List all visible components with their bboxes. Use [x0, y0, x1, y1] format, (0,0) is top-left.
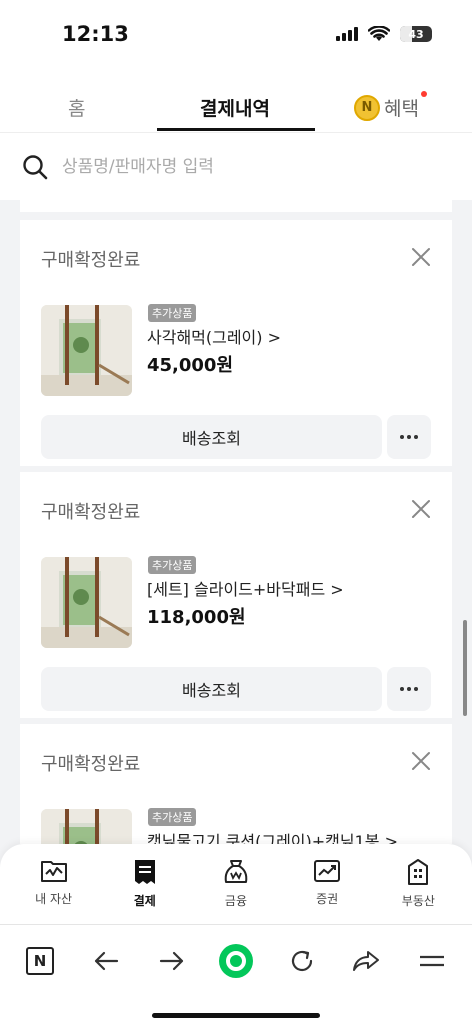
product-price: 45,000원 [147, 355, 234, 376]
green-dot-icon [219, 944, 253, 978]
nav-securities[interactable]: 증권 [287, 844, 367, 924]
order-status: 구매확정완료 [41, 754, 141, 775]
menu-button[interactable] [410, 939, 454, 983]
back-button[interactable] [84, 939, 128, 983]
share-button[interactable] [344, 939, 388, 983]
previous-order-card-edge [20, 200, 452, 212]
order-list: 구매확정완료 추가상품 사각해먹(그레이) > 45,000원 배송조회 구매확… [0, 200, 472, 844]
nav-payments[interactable]: 결제 [105, 844, 185, 924]
search-input[interactable] [62, 156, 442, 177]
share-arrow-icon [353, 951, 379, 971]
order-card: 구매확정완료 추가상품 [세트] 슬라이드+바닥패드 > 118,000원 배송… [20, 472, 452, 718]
arrow-left-icon [94, 951, 119, 971]
product-name-link[interactable]: [세트] 슬라이드+바닥패드 > [147, 576, 344, 600]
product-price: 118,000원 [147, 607, 246, 628]
battery-level: 43 [408, 27, 424, 41]
nav-real-estate[interactable]: 부동산 [378, 844, 458, 924]
tab-benefits[interactable]: N 혜택 [354, 91, 427, 121]
close-icon[interactable] [410, 246, 432, 268]
tab-home[interactable]: 홈 [68, 94, 85, 121]
wifi-icon [368, 26, 390, 41]
status-bar: 12:13 43 [0, 0, 472, 72]
arrow-right-icon [159, 951, 184, 971]
scrollbar[interactable] [463, 620, 467, 716]
add-on-badge: 추가상품 [148, 808, 197, 826]
home-indicator [152, 1013, 320, 1018]
order-card: 구매확정완료 추가상품 캣닢물고기 쿠션(그레이)+캣닢1봉 > [20, 724, 452, 844]
bottom-nav: 내 자산 결제 금융 증권 부동산 [0, 844, 472, 924]
product-thumbnail[interactable] [41, 809, 132, 844]
product-thumbnail[interactable] [41, 557, 132, 648]
nav-label: 증권 [316, 892, 339, 906]
add-on-badge: 추가상품 [148, 556, 197, 574]
status-icons: 43 [336, 26, 432, 42]
battery-icon: 43 [400, 26, 432, 42]
active-tab-indicator [157, 128, 315, 131]
track-delivery-button[interactable]: 배송조회 [41, 667, 382, 711]
naver-home-button[interactable]: N [18, 939, 62, 983]
order-card: 구매확정완료 추가상품 사각해먹(그레이) > 45,000원 배송조회 [20, 220, 452, 466]
forward-button[interactable] [150, 939, 194, 983]
green-dot-button[interactable] [214, 939, 258, 983]
product-thumbnail[interactable] [41, 305, 132, 396]
nav-finance[interactable]: 금융 [196, 844, 276, 924]
naver-logo-icon: N [26, 947, 54, 975]
stock-chart-icon [314, 860, 341, 882]
tab-payments[interactable]: 결제내역 [200, 94, 270, 121]
top-tabs: 홈 결제내역 N 혜택 [0, 72, 472, 132]
order-status: 구매확정완료 [41, 250, 141, 271]
add-on-badge: 추가상품 [148, 304, 197, 322]
nav-label: 내 자산 [35, 892, 73, 906]
nav-label: 부동산 [401, 894, 435, 908]
notification-dot [420, 91, 427, 97]
search-icon [23, 154, 48, 179]
product-name-link[interactable]: 캣닢물고기 쿠션(그레이)+캣닢1봉 > [147, 828, 398, 844]
nav-label: 결제 [133, 894, 156, 908]
browser-toolbar: N [0, 924, 472, 1024]
refresh-button[interactable] [280, 939, 324, 983]
order-status: 구매확정완료 [41, 502, 141, 523]
nav-my-assets[interactable]: 내 자산 [14, 844, 94, 924]
close-icon[interactable] [410, 498, 432, 520]
money-bag-icon [224, 860, 248, 883]
building-icon [408, 859, 429, 885]
receipt-icon [134, 860, 155, 884]
refresh-icon [291, 950, 313, 972]
search-bar [0, 132, 472, 200]
status-time: 12:13 [62, 22, 129, 46]
track-delivery-button[interactable]: 배송조회 [41, 415, 382, 459]
close-icon[interactable] [410, 750, 432, 772]
asset-icon [40, 861, 67, 882]
cellular-signal-icon [336, 27, 358, 41]
more-options-button[interactable] [387, 415, 431, 459]
coin-icon: N [354, 94, 380, 121]
hamburger-menu-icon [420, 955, 444, 967]
product-name-link[interactable]: 사각해먹(그레이) > [147, 324, 281, 348]
more-options-button[interactable] [387, 667, 431, 711]
nav-label: 금융 [224, 894, 248, 908]
tab-benefits-label: 혜택 [384, 91, 427, 121]
